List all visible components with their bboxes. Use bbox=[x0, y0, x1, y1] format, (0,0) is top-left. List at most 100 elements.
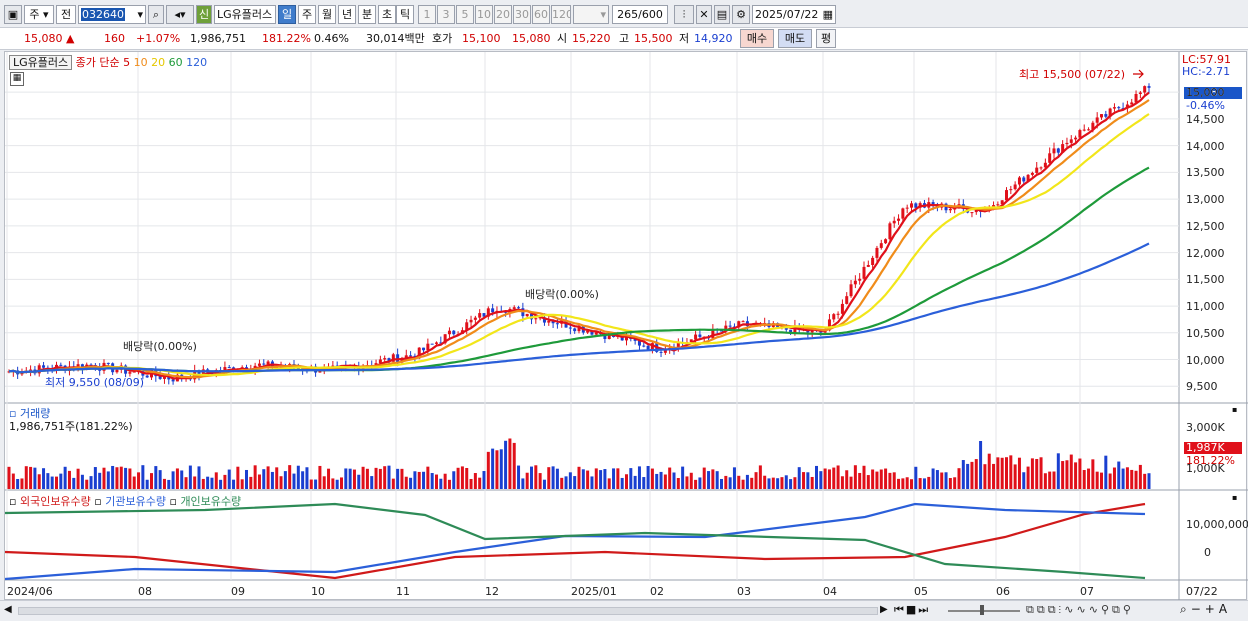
avg-button[interactable]: 평 bbox=[816, 29, 836, 48]
zoom-slider[interactable] bbox=[948, 610, 1020, 612]
volume-bar bbox=[940, 472, 944, 489]
volume-bar bbox=[439, 478, 443, 489]
date-field[interactable]: 2025/07/22 ▦ bbox=[752, 5, 836, 24]
volume-bar bbox=[1017, 457, 1021, 489]
interval-1[interactable]: 1 bbox=[418, 5, 436, 24]
volume-bar bbox=[508, 438, 512, 489]
volume-bar bbox=[793, 477, 797, 489]
market-select[interactable]: 주 ▾ bbox=[24, 5, 54, 24]
volume-value: 1,986,751주(181.22%) bbox=[9, 420, 133, 433]
zoom-handle[interactable] bbox=[980, 605, 984, 615]
candle-body bbox=[469, 319, 473, 323]
candle-body bbox=[892, 220, 896, 224]
period-year[interactable]: 년 bbox=[338, 5, 356, 24]
pane-close-icon[interactable]: ▪ bbox=[1232, 405, 1246, 419]
volume-bar bbox=[499, 449, 503, 489]
candle-body bbox=[1022, 177, 1026, 182]
volume-bar bbox=[180, 470, 184, 489]
volume-bar bbox=[1117, 461, 1121, 489]
ma5-label: 5 bbox=[123, 56, 131, 69]
chart-svg[interactable] bbox=[5, 52, 1248, 601]
volume-bar bbox=[1138, 464, 1142, 489]
period-day[interactable]: 일 bbox=[278, 5, 296, 24]
candle-body bbox=[1039, 167, 1043, 169]
sell-button[interactable]: 매도 bbox=[778, 29, 812, 48]
candle-body bbox=[646, 345, 650, 350]
interval-120[interactable]: 120 bbox=[551, 5, 571, 24]
window-menu-icon[interactable]: ▣ bbox=[4, 5, 22, 24]
period-month[interactable]: 월 bbox=[318, 5, 336, 24]
stock-tag[interactable]: LG유플러스 bbox=[9, 55, 73, 70]
candle-body bbox=[659, 351, 663, 353]
search-icon[interactable]: ⌕ bbox=[148, 5, 164, 24]
scrollbar[interactable] bbox=[18, 607, 878, 615]
zoom-tools[interactable]: ⌕−+A bbox=[1180, 602, 1231, 617]
volume-bar bbox=[564, 476, 568, 489]
speaker-icon[interactable]: ◂▾ bbox=[166, 5, 194, 24]
volume-bar bbox=[50, 476, 54, 489]
volume-bar bbox=[568, 472, 572, 489]
volume-bar bbox=[504, 440, 508, 489]
pane-close-icon[interactable]: ▪ bbox=[1232, 493, 1246, 507]
candle-body bbox=[547, 320, 551, 323]
gear-icon[interactable]: ⚙ bbox=[732, 5, 750, 24]
price-tick-label: 14,500 bbox=[1186, 112, 1225, 126]
candle-body bbox=[534, 318, 538, 320]
crosshair-icon[interactable]: ✕ bbox=[696, 5, 712, 24]
volume-bar bbox=[555, 468, 559, 489]
interval-10[interactable]: 10 bbox=[475, 5, 493, 24]
period-week[interactable]: 주 bbox=[298, 5, 316, 24]
volume-bar bbox=[745, 474, 749, 489]
volume-bar bbox=[331, 478, 335, 489]
scroll-right-icon[interactable]: ▶ bbox=[880, 604, 888, 615]
stock-code-input[interactable]: 032640 ▾ bbox=[78, 5, 146, 24]
interval-5[interactable]: 5 bbox=[456, 5, 474, 24]
institution-holdings-label: 기관보유수량 bbox=[105, 495, 166, 508]
period-second[interactable]: 초 bbox=[378, 5, 396, 24]
drawing-tools[interactable]: ⧉⧉⧉⫶∿∿∿⚲⧉⚲ bbox=[1026, 603, 1134, 617]
volume-bar bbox=[780, 477, 784, 489]
volume-bar bbox=[763, 475, 767, 489]
candle-body bbox=[435, 342, 438, 344]
playback-controls[interactable]: ⏮■⏭ bbox=[894, 603, 930, 617]
calculator-icon[interactable]: ▦ bbox=[10, 72, 24, 86]
volume-bar bbox=[741, 479, 745, 489]
period-minute[interactable]: 분 bbox=[358, 5, 376, 24]
candle-body bbox=[694, 334, 698, 340]
volume-bar bbox=[59, 473, 63, 489]
candle-body bbox=[1030, 172, 1034, 175]
chart-area[interactable]: LG유플러스 종가 단순 5 10 20 60 120 ▦ LC:57.91 H… bbox=[4, 51, 1248, 601]
exchange-select[interactable]: 전 bbox=[56, 5, 76, 24]
interval-60[interactable]: 60 bbox=[532, 5, 550, 24]
interval-30[interactable]: 30 bbox=[513, 5, 531, 24]
scroll-left-icon[interactable]: ◀ bbox=[4, 604, 12, 615]
candle-body bbox=[1017, 177, 1021, 185]
volume-bar bbox=[309, 479, 313, 489]
price-tick-label: 12,000 bbox=[1186, 246, 1225, 260]
volume-bar bbox=[352, 469, 356, 489]
candle-type-icon[interactable]: ⫶ bbox=[674, 5, 694, 24]
x-tick-label: 10 bbox=[311, 585, 325, 598]
save-icon[interactable]: ▤ bbox=[714, 5, 730, 24]
volume-bar bbox=[491, 448, 495, 489]
ma10-line bbox=[8, 99, 1150, 379]
volume-bar bbox=[102, 467, 106, 489]
period-tick[interactable]: 틱 bbox=[396, 5, 414, 24]
volume-bar bbox=[879, 469, 883, 489]
custom-interval-select[interactable]: ▾ bbox=[573, 5, 609, 24]
volume-bar bbox=[819, 471, 823, 489]
volume-bar bbox=[970, 461, 974, 489]
volume-bar bbox=[85, 479, 89, 489]
volume-bar bbox=[737, 475, 741, 489]
interval-20[interactable]: 20 bbox=[494, 5, 512, 24]
count-field[interactable]: 265/600 bbox=[612, 5, 668, 24]
trade-amount: 30,014백만 bbox=[366, 32, 425, 45]
interval-3[interactable]: 3 bbox=[437, 5, 455, 24]
buy-button[interactable]: 매수 bbox=[740, 29, 774, 48]
volume-bar bbox=[784, 475, 788, 489]
volume-bar bbox=[206, 476, 210, 489]
volume-bar bbox=[365, 468, 369, 489]
candle-body bbox=[1013, 184, 1017, 190]
bid-price: 15,080 bbox=[512, 32, 551, 45]
volume-bar bbox=[875, 471, 879, 489]
